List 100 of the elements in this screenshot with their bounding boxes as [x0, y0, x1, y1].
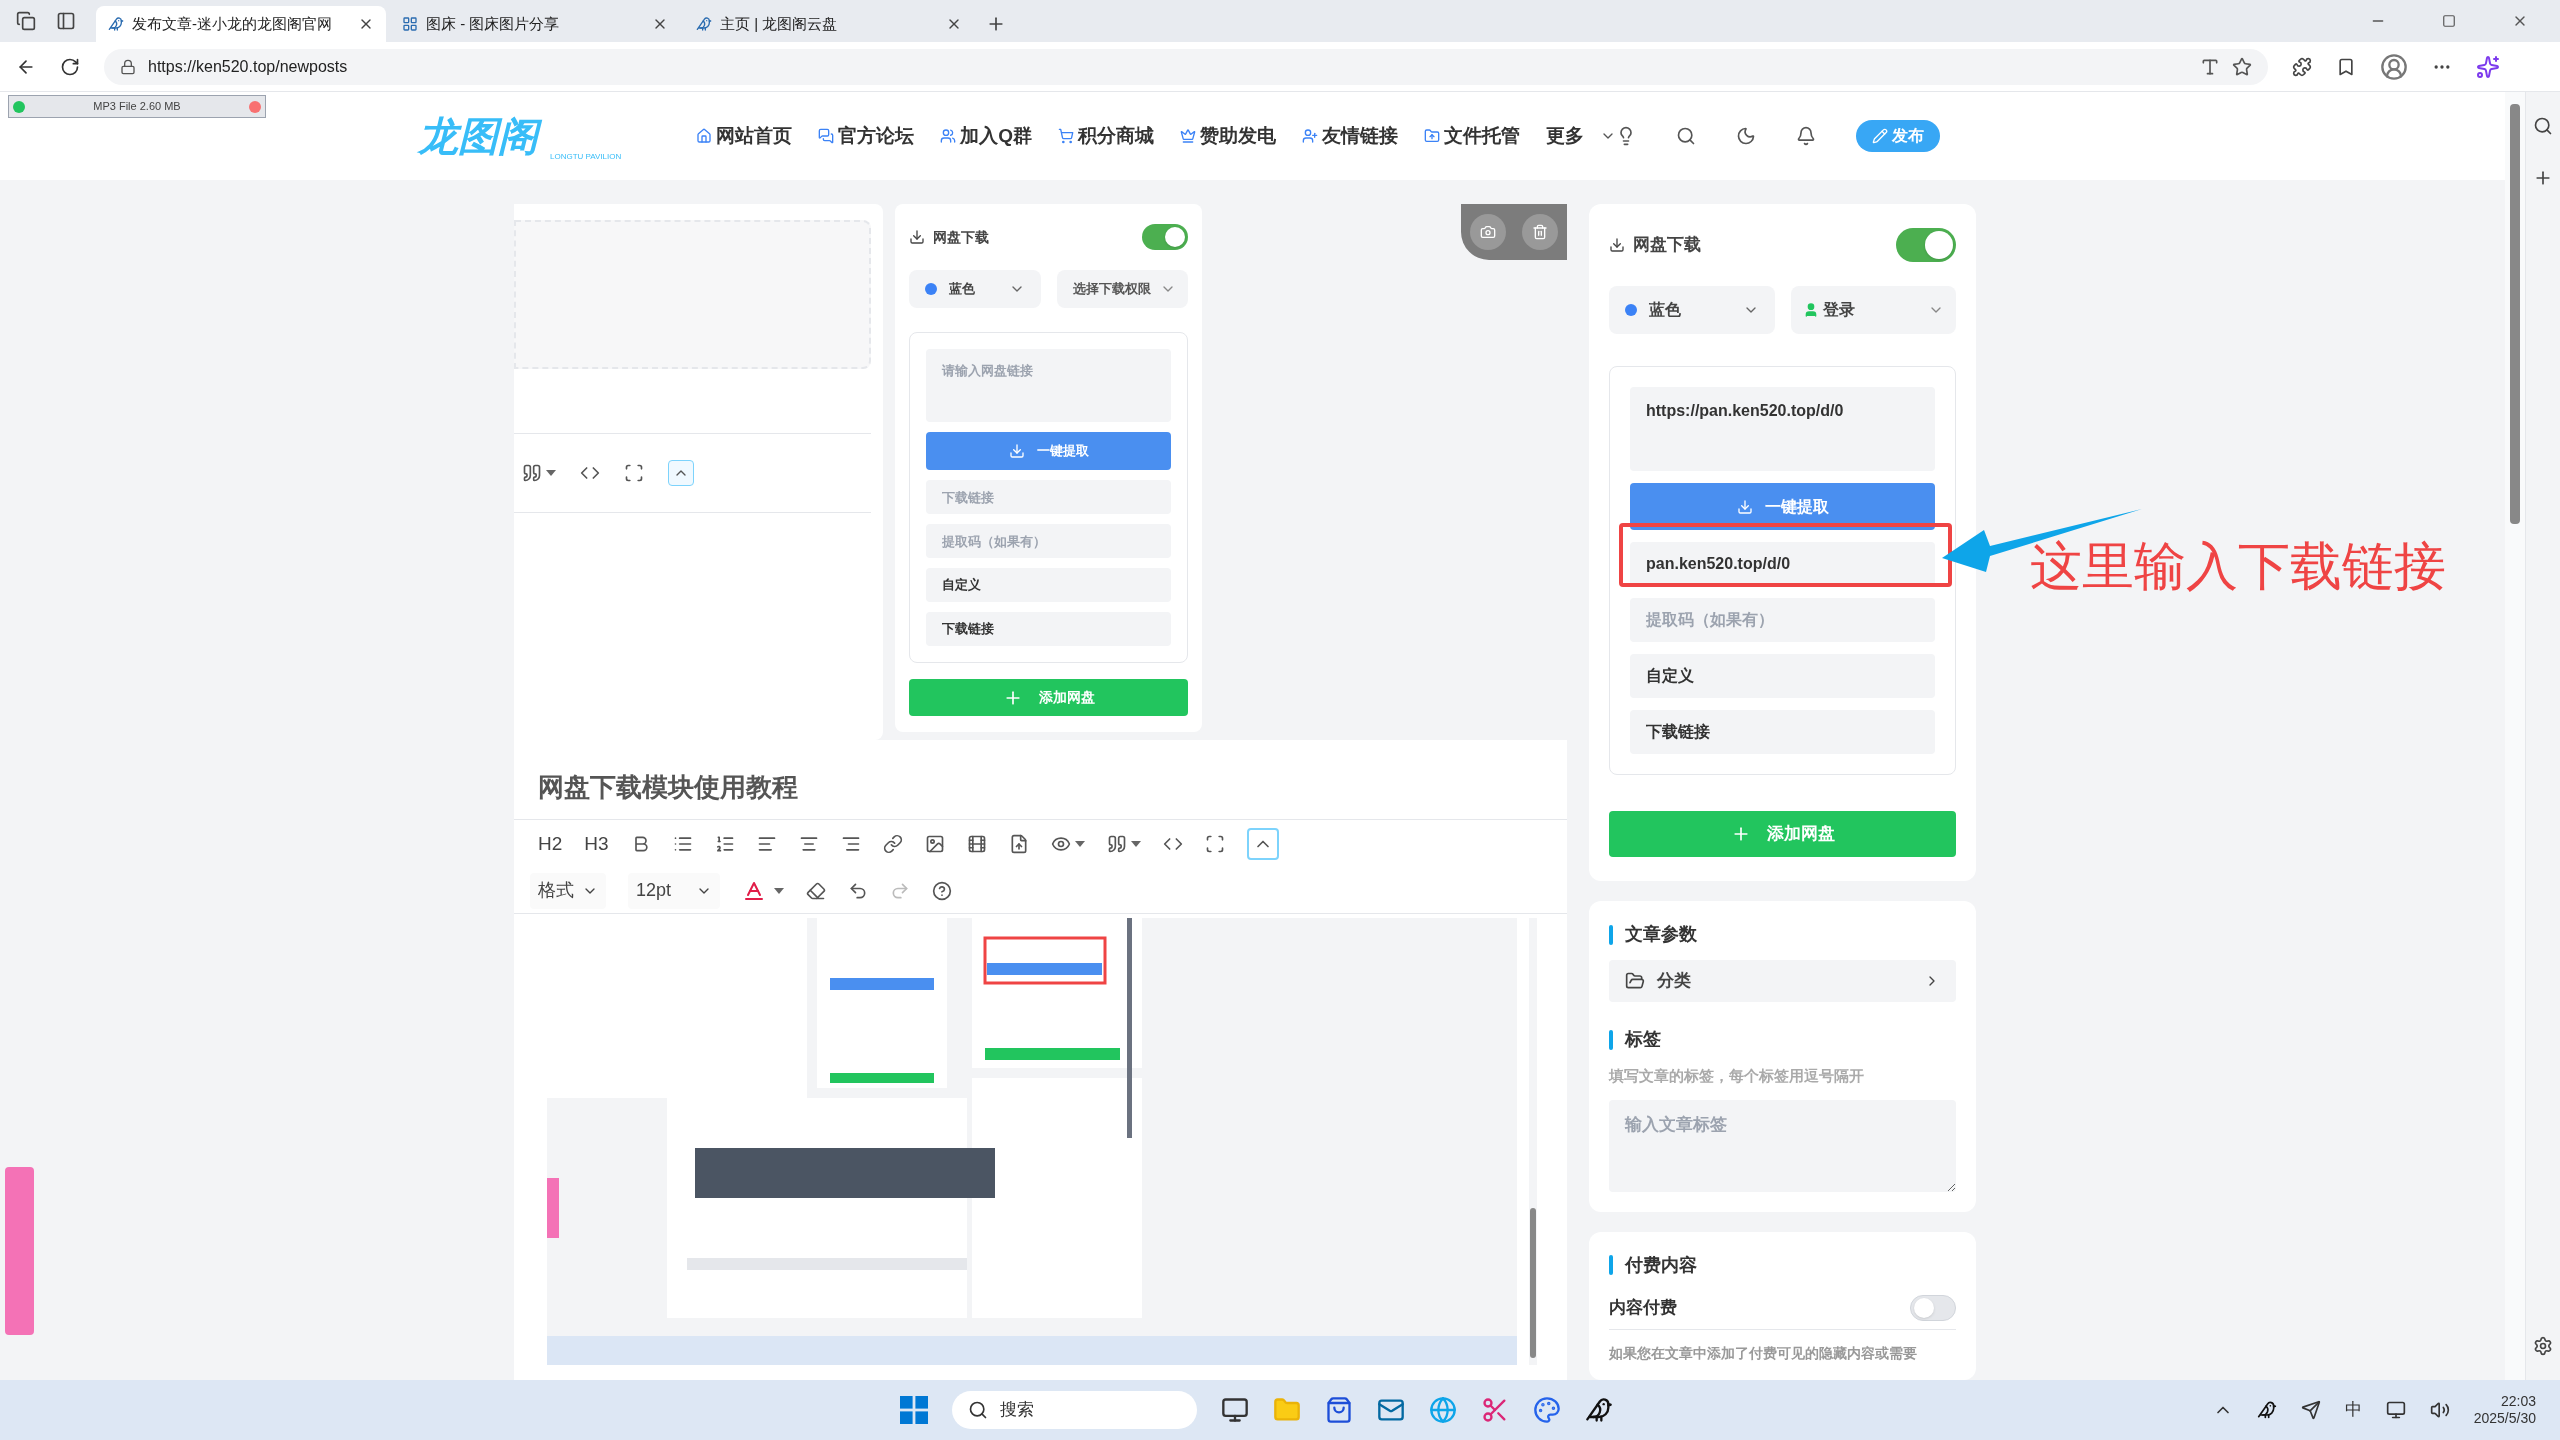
- link-input[interactable]: 下载链接: [926, 612, 1171, 646]
- toggle-switch[interactable]: [1896, 228, 1956, 262]
- link-input[interactable]: 自定义: [1630, 654, 1935, 698]
- permission-select[interactable]: 登录: [1790, 286, 1956, 334]
- bird-icon: [696, 16, 712, 32]
- align-center-icon[interactable]: [798, 834, 819, 854]
- palette-icon[interactable]: [1533, 1396, 1561, 1424]
- font-size-select[interactable]: 12pt: [628, 872, 720, 909]
- folder-upload-icon: [1424, 128, 1441, 144]
- format-select[interactable]: 格式: [530, 872, 606, 909]
- windows-icon[interactable]: [900, 1396, 928, 1424]
- caret-icon[interactable]: [1130, 841, 1141, 847]
- clock-date[interactable]: 2025/5/30: [2473, 1410, 2536, 1428]
- toggle-switch[interactable]: [1142, 224, 1188, 250]
- scrollbar[interactable]: [1529, 918, 1537, 1365]
- task-view-icon[interactable]: [1221, 1396, 1249, 1424]
- settings-icon[interactable]: [2533, 1336, 2553, 1356]
- link-input[interactable]: 提取码（如果有）: [926, 524, 1171, 558]
- workspaces-icon[interactable]: [16, 11, 36, 31]
- annotation-text: 这里输入下载链接: [2030, 540, 2446, 592]
- link-input[interactable]: 下载链接: [1630, 710, 1935, 754]
- page-scrollbar[interactable]: [2505, 92, 2525, 1380]
- nav-link[interactable]: 网站首页: [696, 121, 793, 151]
- caret-icon[interactable]: [546, 470, 556, 476]
- ime-indicator[interactable]: 中: [2344, 1397, 2362, 1423]
- eye-icon[interactable]: [1050, 834, 1071, 854]
- eraser-icon[interactable]: [806, 880, 826, 901]
- maximize-icon[interactable]: [2442, 14, 2456, 28]
- toggle-label: 内容付费: [1609, 1296, 1677, 1319]
- sparkles-icon[interactable]: [2476, 54, 2500, 79]
- store-icon[interactable]: [1325, 1396, 1353, 1424]
- extensions-icon[interactable]: [2292, 56, 2312, 77]
- crown-icon: [1180, 128, 1197, 144]
- nav-link[interactable]: 积分商城: [1058, 121, 1155, 151]
- bell-icon[interactable]: [1796, 126, 1817, 146]
- location-icon[interactable]: [2300, 1400, 2321, 1420]
- quote-icon[interactable]: [1106, 834, 1127, 854]
- quote-icon[interactable]: [522, 463, 542, 483]
- tab-panel-icon[interactable]: [56, 11, 76, 31]
- users-icon: [940, 128, 957, 144]
- fullscreen-icon[interactable]: [1204, 834, 1225, 854]
- help-icon[interactable]: [932, 880, 952, 901]
- browser-tab[interactable]: 发布文章-迷小龙的龙图阁官网: [96, 6, 386, 42]
- align-left-icon[interactable]: [756, 834, 777, 854]
- section-heading: 标签: [1625, 1028, 1661, 1051]
- nav-link[interactable]: 赞助发电: [1180, 121, 1277, 151]
- bullet-list-icon[interactable]: [672, 834, 693, 854]
- video-icon[interactable]: [966, 834, 987, 854]
- link-input[interactable]: 下载链接: [926, 480, 1171, 514]
- pencil-icon: [1872, 128, 1889, 144]
- clock-time[interactable]: 22:03: [2500, 1392, 2536, 1410]
- grid-icon: [402, 16, 418, 32]
- volume-icon[interactable]: [2429, 1400, 2450, 1420]
- numbered-list-icon[interactable]: [714, 834, 735, 854]
- browser-tab[interactable]: 图床 - 图床图片分享: [390, 6, 680, 42]
- reload-icon[interactable]: [60, 56, 80, 77]
- image-icon[interactable]: [924, 834, 945, 854]
- link-input[interactable]: 自定义: [926, 568, 1171, 602]
- nav-link[interactable]: 友情链接: [1302, 121, 1399, 151]
- download-icon: [1008, 443, 1025, 459]
- link-field[interactable]: https://pan.ken520.top/d/0: [1630, 387, 1935, 471]
- color-select[interactable]: 蓝色: [909, 270, 1041, 308]
- search-icon[interactable]: [1676, 126, 1697, 146]
- link-input[interactable]: 提取码（如果有）: [1630, 598, 1935, 642]
- camera-button[interactable]: [1470, 214, 1506, 250]
- lock-icon[interactable]: [120, 58, 136, 75]
- section-heading: 文章参数: [1625, 923, 1697, 946]
- align-right-icon[interactable]: [840, 834, 861, 854]
- taskbar-search[interactable]: 搜索: [952, 1391, 1197, 1429]
- permission-select[interactable]: 选择下载权限: [1056, 270, 1188, 308]
- delete-button[interactable]: [1522, 214, 1558, 250]
- caret-icon[interactable]: [1074, 841, 1085, 847]
- link-input[interactable]: pan.ken520.top/d/0: [1630, 542, 1935, 586]
- moon-icon[interactable]: [1736, 126, 1757, 146]
- link-icon[interactable]: [882, 834, 903, 854]
- tags-field[interactable]: 输入文章标签: [1609, 1099, 1956, 1192]
- heading-button[interactable]: H3: [584, 829, 609, 859]
- fullscreen-icon[interactable]: [624, 463, 644, 483]
- category-row[interactable]: 分类: [1609, 960, 1956, 1002]
- bird-icon[interactable]: [2256, 1400, 2277, 1420]
- network-icon[interactable]: [2385, 1400, 2406, 1420]
- heading-button[interactable]: H2: [538, 829, 563, 859]
- search-icon[interactable]: [2533, 116, 2553, 136]
- toggle-switch[interactable]: [1910, 1294, 1956, 1321]
- caret-icon[interactable]: [774, 887, 784, 894]
- color-select[interactable]: 蓝色: [1609, 286, 1775, 334]
- nav-link[interactable]: 更多: [1546, 121, 1617, 151]
- nav-link[interactable]: 加入Q群: [940, 121, 1033, 151]
- link-field[interactable]: 请输入网盘链接: [926, 349, 1171, 422]
- nav-link[interactable]: 文件托管: [1424, 121, 1521, 151]
- undo-icon[interactable]: [848, 880, 868, 901]
- star-icon[interactable]: [2232, 56, 2252, 77]
- url-field[interactable]: https://ken520.top/newposts: [104, 48, 2268, 85]
- favorites-icon[interactable]: [2336, 56, 2356, 77]
- bird-icon[interactable]: [1585, 1396, 1613, 1424]
- profile-icon[interactable]: [2380, 52, 2408, 81]
- nav-link[interactable]: 官方论坛: [818, 121, 915, 151]
- collapse-button[interactable]: [1246, 828, 1279, 860]
- browser-tab[interactable]: 主页 | 龙图阁云盘: [684, 6, 974, 42]
- download-bar[interactable]: MP3 File 2.60 MB: [8, 95, 266, 118]
